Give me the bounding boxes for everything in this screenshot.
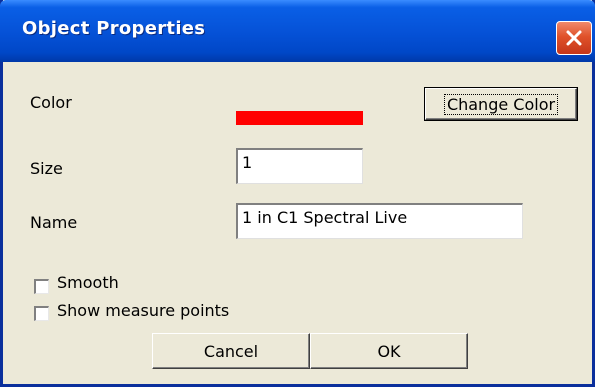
cancel-label: Cancel [203,341,259,361]
name-label: Name [30,213,78,232]
window-title: Object Properties [22,18,206,39]
color-label: Color [30,93,72,112]
size-field[interactable]: 1 [236,148,363,184]
smooth-checkbox[interactable] [34,279,49,294]
title-bar[interactable]: Object Properties [0,0,595,62]
cancel-button[interactable]: Cancel [152,333,310,369]
show-measure-points-checkbox[interactable] [34,306,49,321]
color-swatch [236,111,363,125]
smooth-label: Smooth [57,273,119,292]
show-measure-points-label: Show measure points [57,301,230,320]
close-button[interactable] [556,21,592,55]
ok-label: OK [377,341,401,361]
change-color-button[interactable]: Change Color [424,87,578,121]
close-icon [566,30,582,46]
dialog-content: Color Change Color Size 1 Name 1 in C1 S… [3,62,592,384]
ok-button[interactable]: OK [310,333,468,369]
size-label: Size [30,159,63,178]
name-field[interactable]: 1 in C1 Spectral Live [236,203,523,239]
object-properties-dialog: Object Properties Color Change Color Siz… [0,0,595,387]
change-color-label: Change Color [443,93,559,115]
